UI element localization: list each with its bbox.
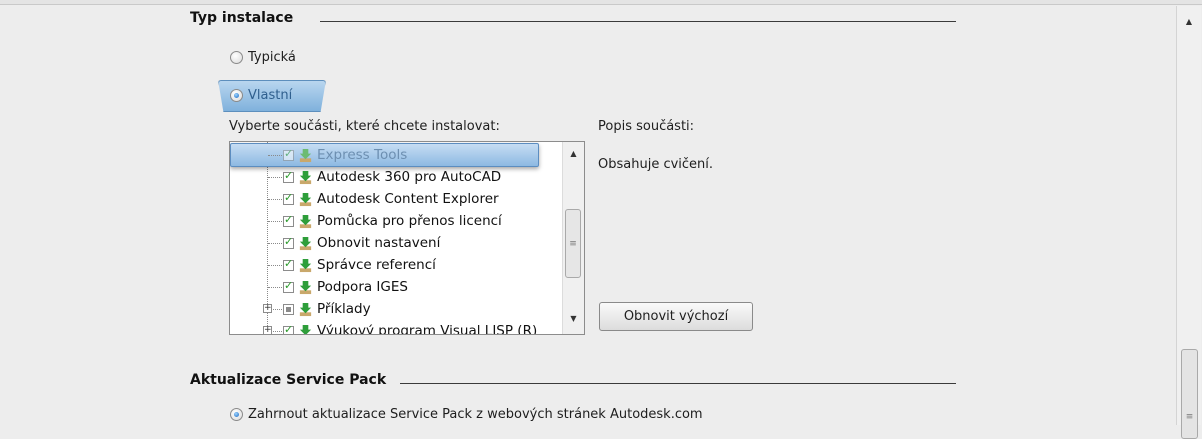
tree-item-reference-manager[interactable]: Správce referencí (283, 255, 436, 275)
tree-item-license-transfer[interactable]: Pomůcka pro přenos licencí (283, 211, 502, 231)
download-icon (298, 214, 313, 229)
tree-item-reset-settings[interactable]: Obnovit nastavení (283, 233, 440, 253)
checkbox[interactable] (283, 282, 294, 293)
download-icon (298, 302, 313, 317)
scroll-up-icon[interactable]: ▲ (563, 145, 584, 162)
tree-branch (268, 243, 282, 245)
expand-icon[interactable]: + (263, 304, 272, 313)
radio-include-service-pack[interactable]: Zahrnout aktualizace Service Pack z webo… (230, 407, 703, 422)
scroll-up-icon[interactable]: ▲ (1177, 12, 1201, 30)
tree-item-visual-lisp-tutorial[interactable]: Výukový program Visual LISP (R) (283, 321, 537, 334)
tree-scrollbar[interactable]: ▲ ≡ ▼ (562, 142, 584, 334)
tree-branch (268, 155, 282, 157)
page-scrollbar[interactable]: ▲ ≡ (1176, 6, 1201, 425)
tree-item-samples[interactable]: Příklady (283, 299, 371, 319)
section-divider (320, 21, 956, 22)
download-icon (298, 280, 313, 295)
download-icon (298, 236, 313, 251)
download-icon (298, 170, 313, 185)
radio-typical[interactable]: Typická (230, 50, 296, 65)
download-icon (298, 192, 313, 207)
radio-custom-label: Vlastní (248, 88, 292, 103)
section-title-service-pack: Aktualizace Service Pack (190, 372, 386, 388)
tree-item-label: Výukový program Visual LISP (R) (317, 323, 537, 334)
tree-item-label: Express Tools (317, 147, 407, 163)
tree-branch (273, 309, 282, 311)
tree-item-label: Pomůcka pro přenos licencí (317, 213, 502, 229)
tree-item-label: Autodesk Content Explorer (317, 191, 499, 207)
description-label: Popis součásti: (598, 119, 694, 134)
scrollbar-thumb[interactable]: ≡ (1181, 349, 1198, 439)
tree-branch (268, 177, 282, 179)
radio-icon[interactable] (230, 51, 243, 64)
scrollbar-thumb[interactable]: ≡ (565, 209, 581, 278)
components-label: Vyberte součásti, které chcete instalova… (229, 119, 500, 134)
radio-typical-label: Typická (248, 50, 296, 65)
download-icon (298, 258, 313, 273)
tree-item-label: Podpora IGES (317, 279, 408, 295)
description-text: Obsahuje cvičení. (598, 157, 713, 172)
checkbox[interactable] (283, 150, 294, 161)
checkbox[interactable] (283, 216, 294, 227)
checkbox[interactable] (283, 172, 294, 183)
tree-item-label: Správce referencí (317, 257, 436, 273)
checkbox[interactable] (283, 194, 294, 205)
restore-defaults-button[interactable]: Obnovit výchozí (599, 302, 753, 331)
tree-item-autodesk-360[interactable]: Autodesk 360 pro AutoCAD (283, 167, 501, 187)
radio-icon[interactable] (230, 89, 243, 102)
tree-branch (268, 287, 282, 289)
tree-branch (273, 331, 282, 333)
radio-icon[interactable] (230, 408, 243, 421)
tree-item-label: Autodesk 360 pro AutoCAD (317, 169, 501, 185)
components-tree[interactable]: Express Tools Autodesk 360 pro AutoCAD A… (229, 141, 585, 335)
checkbox[interactable] (283, 304, 294, 315)
section-title-install-type: Typ instalace (190, 10, 293, 26)
expand-icon[interactable]: + (263, 326, 272, 334)
tree-item-label: Příklady (317, 301, 371, 317)
tree-viewport: Express Tools Autodesk 360 pro AutoCAD A… (230, 142, 563, 334)
tree-branch (268, 199, 282, 201)
radio-include-service-pack-label: Zahrnout aktualizace Service Pack z webo… (248, 407, 703, 422)
radio-custom[interactable]: Vlastní (230, 88, 292, 103)
window-top-edge (0, 0, 1202, 5)
checkbox[interactable] (283, 326, 294, 335)
tree-item-content-explorer[interactable]: Autodesk Content Explorer (283, 189, 499, 209)
download-icon (298, 148, 313, 163)
section-divider (400, 383, 956, 384)
tree-branch (268, 265, 282, 267)
tree-item-express-tools[interactable]: Express Tools (283, 145, 407, 165)
download-icon (298, 324, 313, 335)
tree-item-iges-support[interactable]: Podpora IGES (283, 277, 408, 297)
checkbox[interactable] (283, 238, 294, 249)
tree-item-label: Obnovit nastavení (317, 235, 440, 251)
tree-branch (268, 221, 282, 223)
scroll-down-icon[interactable]: ▼ (563, 310, 584, 327)
checkbox[interactable] (283, 260, 294, 271)
